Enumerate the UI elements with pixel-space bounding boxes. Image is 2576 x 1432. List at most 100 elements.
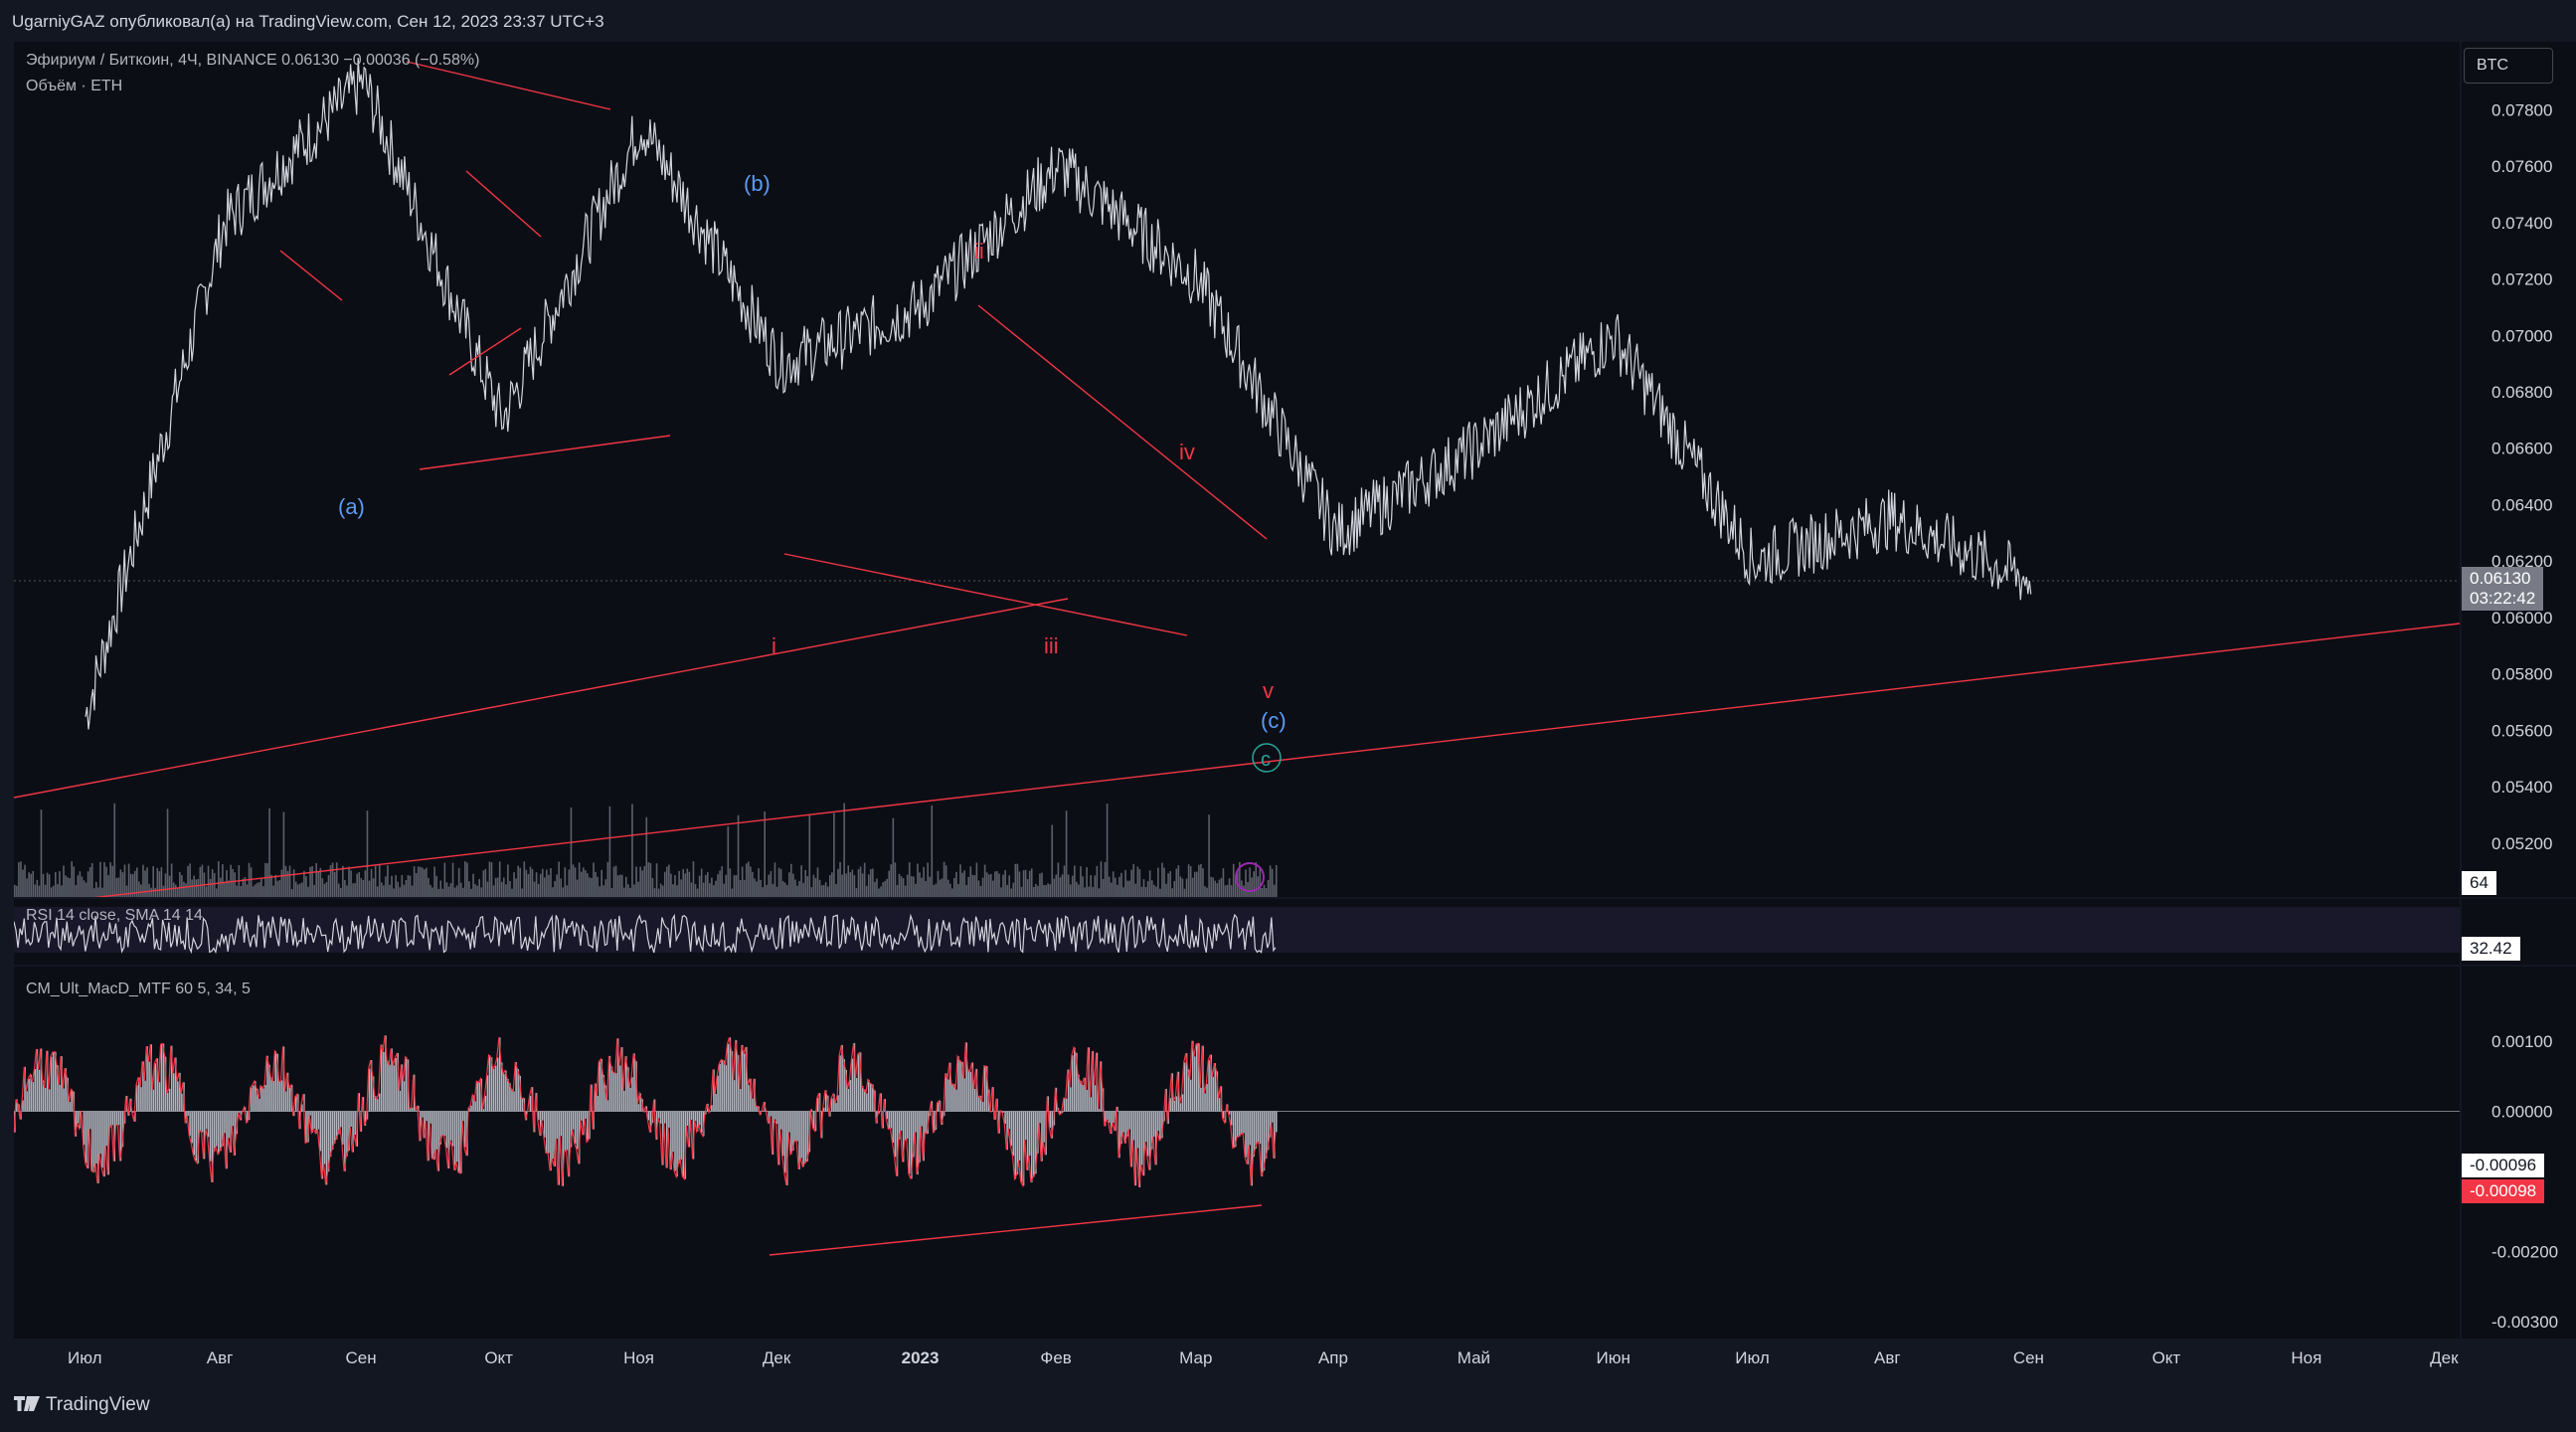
volume-bar [649, 862, 652, 897]
volume-bar [73, 866, 76, 897]
macd-legend[interactable]: CM_Ult_MacD_MTF 60 5, 34, 5 [26, 981, 251, 998]
rsi-legend[interactable]: RSI 14 close, SMA 14 14 [26, 907, 203, 925]
currency-button[interactable]: BTC [2464, 48, 2553, 84]
macd-axis[interactable]: 0.00100 0.00000 -0.00200 -0.00300 [2462, 967, 2576, 1339]
volume-bar [1189, 866, 1192, 897]
volume-bar [1045, 885, 1047, 897]
volume-bar [63, 865, 65, 897]
volume-bar [1080, 866, 1082, 897]
volume-bar [653, 888, 656, 897]
volume-bar [727, 826, 730, 897]
trendline [465, 170, 542, 238]
volume-bar [521, 888, 524, 897]
macd-bar [496, 1057, 499, 1112]
volume-bar [717, 874, 719, 897]
volume-bar [455, 885, 458, 897]
brand-name: TradingView [46, 1394, 150, 1415]
macd-bar [69, 1101, 71, 1112]
volume-bar [816, 867, 819, 897]
volume-bar [168, 875, 171, 897]
macd-bar [486, 1075, 489, 1112]
volume-bar [537, 883, 540, 897]
volume-bar [849, 872, 852, 897]
macd-bar [1071, 1055, 1074, 1112]
macd-bar [1243, 1111, 1245, 1134]
volume-bar [215, 888, 218, 897]
macd-bar [546, 1111, 548, 1154]
rsi-pane[interactable]: RSI 14 close, SMA 14 14 [14, 899, 2460, 965]
macd-bar [44, 1087, 47, 1112]
macd-bar [1261, 1111, 1264, 1177]
macd-bar [152, 1089, 154, 1112]
volume-bar [953, 878, 955, 897]
macd-bar [835, 1103, 837, 1112]
price-tick-label: 0.05600 [2491, 721, 2552, 740]
volume-bar [1138, 869, 1141, 897]
volume-bar [1002, 874, 1004, 897]
price-axis[interactable]: 0.07800 0.07600 0.07400 0.07200 0.07000 0.068… [2462, 42, 2576, 897]
macd-pane[interactable]: CM_Ult_MacD_MTF 60 5, 34, 5 [14, 967, 2460, 1339]
volume-bar [224, 881, 226, 897]
volume-bar [1059, 877, 1062, 897]
macd-bar [629, 1087, 631, 1112]
volume-bar [431, 887, 433, 897]
volume-bar [802, 882, 804, 897]
volume-bar [496, 877, 499, 897]
macd-bar [690, 1111, 693, 1120]
volume-bar [719, 870, 721, 897]
volume-bar [65, 875, 67, 897]
macd-bar [1140, 1111, 1143, 1165]
macd-bar [95, 1111, 97, 1164]
volume-bar [207, 865, 210, 897]
macd-bar [1112, 1111, 1115, 1124]
volume-bar [1104, 861, 1107, 897]
price-pane[interactable]: (a) (b) i ii iii iv v (c) c Эфириум / Биткоин, 4… [14, 42, 2460, 897]
macd-bar [90, 1111, 93, 1171]
volume-bar [1230, 885, 1233, 897]
volume-bar [906, 874, 909, 897]
wave-label: (c) [1261, 708, 1287, 733]
volume-bar [560, 878, 562, 897]
volume-bar [59, 871, 61, 897]
volume-bar [729, 868, 732, 897]
volume-bar [546, 869, 548, 897]
time-tick-label: Авг [206, 1348, 234, 1367]
volume-bar [1148, 870, 1151, 897]
macd-bar [967, 1069, 969, 1112]
macd-bar [1018, 1111, 1021, 1161]
time-tick-label: Ноя [2291, 1348, 2322, 1367]
volume-bar [1185, 878, 1188, 897]
volume-bar [342, 865, 344, 897]
volume-bar [309, 866, 311, 897]
volume-bar [1124, 869, 1126, 897]
volume-bar [674, 874, 676, 897]
volume-bar [480, 887, 483, 897]
volume-legend[interactable]: Объём · ETH [26, 78, 122, 95]
volume-bar [498, 861, 501, 897]
macd-bar [694, 1111, 697, 1122]
volume-bar [814, 877, 817, 897]
trendline [93, 623, 2460, 897]
volume-bar [651, 877, 654, 897]
macd-bar [262, 1088, 264, 1112]
symbol-legend[interactable]: Эфириум / Биткоин, 4Ч, BINANCE 0.06130 −… [26, 52, 479, 70]
macd-bar [915, 1111, 917, 1133]
macd-bar [168, 1088, 171, 1112]
macd-bar [50, 1056, 53, 1112]
volume-bar [908, 862, 911, 897]
volume-bar [824, 882, 827, 897]
macd-bar [220, 1111, 222, 1152]
rsi-chart [14, 907, 2460, 955]
macd-bar [585, 1111, 587, 1119]
volume-bar [181, 875, 183, 897]
macd-bar [580, 1111, 583, 1121]
price-tick-label: 0.06400 [2491, 495, 2552, 514]
macd-bar [727, 1043, 730, 1112]
time-tick-label: Сен [345, 1348, 377, 1367]
volume-bar [702, 882, 705, 897]
macd-bar [71, 1089, 73, 1112]
price-chart[interactable]: (a)(b)iiiiiiivv(c)c [14, 42, 2460, 897]
time-axis[interactable]: Июл Авг Сен Окт Ноя Дек 2023 Фев Мар Апр Май Июн Июл… [14, 1341, 2460, 1376]
volume-bar [85, 882, 87, 897]
trendline [419, 435, 671, 470]
